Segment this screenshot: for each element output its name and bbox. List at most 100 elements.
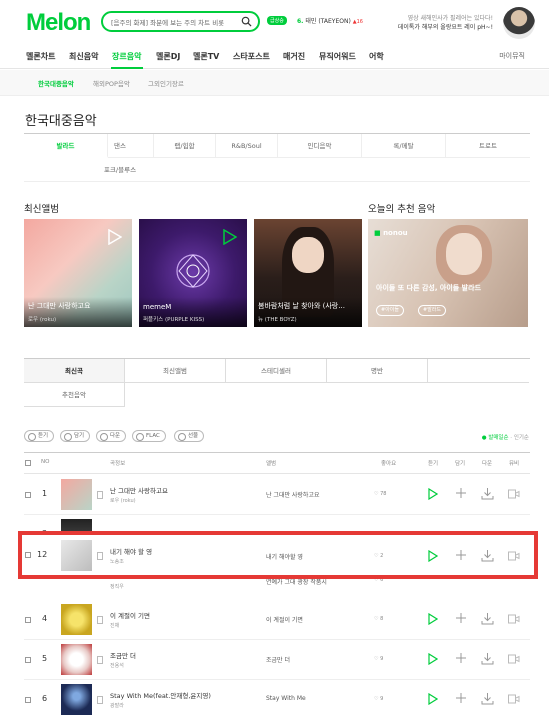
realtime-rank[interactable]: 6. 태민 (TAEYEON) ▲16 xyxy=(297,16,363,25)
add-icon[interactable] xyxy=(455,612,467,624)
album-thumbnail[interactable] xyxy=(61,644,92,675)
song-album[interactable]: Stay With Me xyxy=(266,695,306,702)
song-album[interactable]: 내기 해야할 영 xyxy=(266,552,303,561)
play-icon[interactable] xyxy=(428,693,438,705)
song-title[interactable]: 내기 해야 할 영 xyxy=(110,546,152,556)
add-chip[interactable]: 담기 xyxy=(60,430,91,442)
add-icon[interactable] xyxy=(455,487,467,499)
tab-steady-seller[interactable]: 스테디셀러 xyxy=(226,359,327,383)
song-info-icon[interactable] xyxy=(97,616,103,624)
flac-chip[interactable]: FLAC xyxy=(132,430,166,442)
genre-folk[interactable]: 포크/블루스 xyxy=(24,158,216,182)
tab-latest-albums[interactable]: 최신앨범 xyxy=(125,359,226,383)
genre-trot[interactable]: 트로트 xyxy=(446,134,530,158)
nav-item-starpost[interactable]: 스타포스트 xyxy=(233,51,270,62)
song-info-icon[interactable] xyxy=(97,552,103,560)
mv-icon[interactable] xyxy=(508,614,520,624)
sort-release-date[interactable]: ● 발매일순 xyxy=(482,435,509,441)
tab-masterpiece[interactable]: 명반 xyxy=(327,359,428,383)
genre-rock[interactable]: 록/메탈 xyxy=(362,134,446,158)
search-box[interactable]: [음주의 화제] 좌분에 보는 주의 차트 비롯 xyxy=(101,11,260,32)
add-icon[interactable] xyxy=(455,652,467,664)
search-input[interactable]: [음주의 화제] 좌분에 보는 주의 차트 비롯 xyxy=(111,17,239,27)
dragged-song-row[interactable]: 12 내기 해야 할 영 노송조 내기 해야할 영 ♡ 2 xyxy=(18,531,538,579)
row-checkbox[interactable] xyxy=(25,697,31,703)
song-artist[interactable]: 진채 xyxy=(110,622,119,629)
nav-item-tv[interactable]: 멜론TV xyxy=(193,51,219,62)
like-count[interactable]: ♡ 9 xyxy=(374,656,383,662)
download-icon[interactable] xyxy=(481,652,494,665)
recommend-tag[interactable]: #아이들 xyxy=(376,305,404,316)
subnav-item-pop[interactable]: 해외POP음악 xyxy=(93,78,130,88)
row-checkbox[interactable] xyxy=(25,552,31,558)
row-checkbox[interactable] xyxy=(25,492,31,498)
song-info-icon[interactable] xyxy=(97,656,103,664)
nav-item-chart[interactable]: 멜론차트 xyxy=(26,51,55,62)
song-artist[interactable]: 정직우 xyxy=(110,583,124,590)
song-artist[interactable]: 노송조 xyxy=(110,558,124,565)
nav-item-genre[interactable]: 장르음악 xyxy=(112,51,141,62)
mv-icon[interactable] xyxy=(508,551,520,561)
album-thumbnail[interactable] xyxy=(61,604,92,635)
download-icon[interactable] xyxy=(481,612,494,625)
tab-recommended[interactable]: 추천음악 xyxy=(24,383,125,407)
song-info-icon[interactable] xyxy=(97,491,103,499)
play-icon[interactable] xyxy=(428,488,438,500)
download-icon[interactable] xyxy=(481,487,494,500)
like-count[interactable]: ♡ 2 xyxy=(374,553,383,559)
promo-avatar[interactable] xyxy=(503,7,535,39)
like-count[interactable]: ♡ 9 xyxy=(374,696,383,702)
song-title[interactable]: 이 계절이 기면 xyxy=(110,610,150,620)
song-album[interactable]: 이 계절이 기면 xyxy=(266,615,303,624)
chart-badge[interactable]: 급상승 xyxy=(267,16,287,25)
listen-chip[interactable]: 듣기 xyxy=(24,430,55,442)
download-icon[interactable] xyxy=(481,549,494,562)
promo-text[interactable]: 영상 새해인사가 필레어는 있다다! 데이톡가 해부의 올랑요트 레이 pH~! xyxy=(398,14,493,32)
sort-popular[interactable]: 인기순 xyxy=(514,435,529,441)
album-card[interactable]: 난 그대만 사랑하고요 로우 (roku) xyxy=(24,219,132,327)
mymusic-link[interactable]: 마이뮤직 xyxy=(499,51,525,61)
add-icon[interactable] xyxy=(455,549,467,561)
select-all-checkbox[interactable] xyxy=(25,460,31,466)
genre-hiphop[interactable]: 랩/힙합 xyxy=(154,134,216,158)
subnav-item-kpop[interactable]: 한국대중음악 xyxy=(38,78,74,88)
play-icon[interactable] xyxy=(108,229,122,245)
nav-item-latest[interactable]: 최신음악 xyxy=(69,51,98,62)
mv-icon[interactable] xyxy=(508,489,520,499)
nav-item-dj[interactable]: 멜론DJ xyxy=(156,51,180,62)
mv-icon[interactable] xyxy=(508,654,520,664)
album-thumbnail[interactable] xyxy=(61,540,92,571)
nav-item-awards[interactable]: 뮤직어워드 xyxy=(319,51,356,62)
song-album[interactable]: 난 그대만 사랑하고요 xyxy=(266,490,320,499)
album-thumbnail[interactable] xyxy=(61,479,92,510)
add-icon[interactable] xyxy=(455,692,467,704)
recommend-banner[interactable]: ■ nonou 아이들 또 다른 감성, 아이들 발라드 #아이들 #발라드 xyxy=(368,219,528,327)
row-checkbox[interactable] xyxy=(25,617,31,623)
song-title[interactable]: 조금만 더 xyxy=(110,650,136,660)
nav-item-language[interactable]: 어학 xyxy=(369,51,384,62)
play-icon[interactable] xyxy=(428,653,438,665)
melon-logo[interactable]: Melon xyxy=(26,9,91,37)
song-info-icon[interactable] xyxy=(97,696,103,704)
song-artist[interactable]: 광발라 xyxy=(110,702,124,709)
play-icon[interactable] xyxy=(223,229,237,245)
download-chip[interactable]: 다운 xyxy=(96,430,127,442)
song-artist[interactable]: 로우 (roku) xyxy=(110,497,136,504)
song-title[interactable]: Stay With Me(feat.안재형,윤지영) xyxy=(110,690,211,700)
gift-chip[interactable]: 선물 xyxy=(174,430,205,442)
recommend-tag[interactable]: #발라드 xyxy=(418,305,446,316)
subnav-item-other[interactable]: 그외인기장르 xyxy=(148,78,184,88)
mv-icon[interactable] xyxy=(508,694,520,704)
play-icon[interactable] xyxy=(428,550,438,562)
song-title[interactable]: 난 그대만 사랑하고요 xyxy=(110,485,168,495)
search-icon[interactable] xyxy=(241,16,252,27)
album-thumbnail[interactable] xyxy=(61,684,92,715)
row-checkbox[interactable] xyxy=(25,657,31,663)
like-count[interactable]: ♡ 78 xyxy=(374,491,386,497)
album-card[interactable]: 봄바람처럼 날 찾아와 (사랑... 뉴 (THE BOYZ) xyxy=(254,219,362,327)
song-album[interactable]: 조금만 더 xyxy=(266,655,290,664)
play-icon[interactable] xyxy=(428,613,438,625)
download-icon[interactable] xyxy=(481,692,494,705)
tab-latest-songs[interactable]: 최신곡 xyxy=(24,359,125,383)
genre-dance[interactable]: 댄스 xyxy=(87,134,154,158)
